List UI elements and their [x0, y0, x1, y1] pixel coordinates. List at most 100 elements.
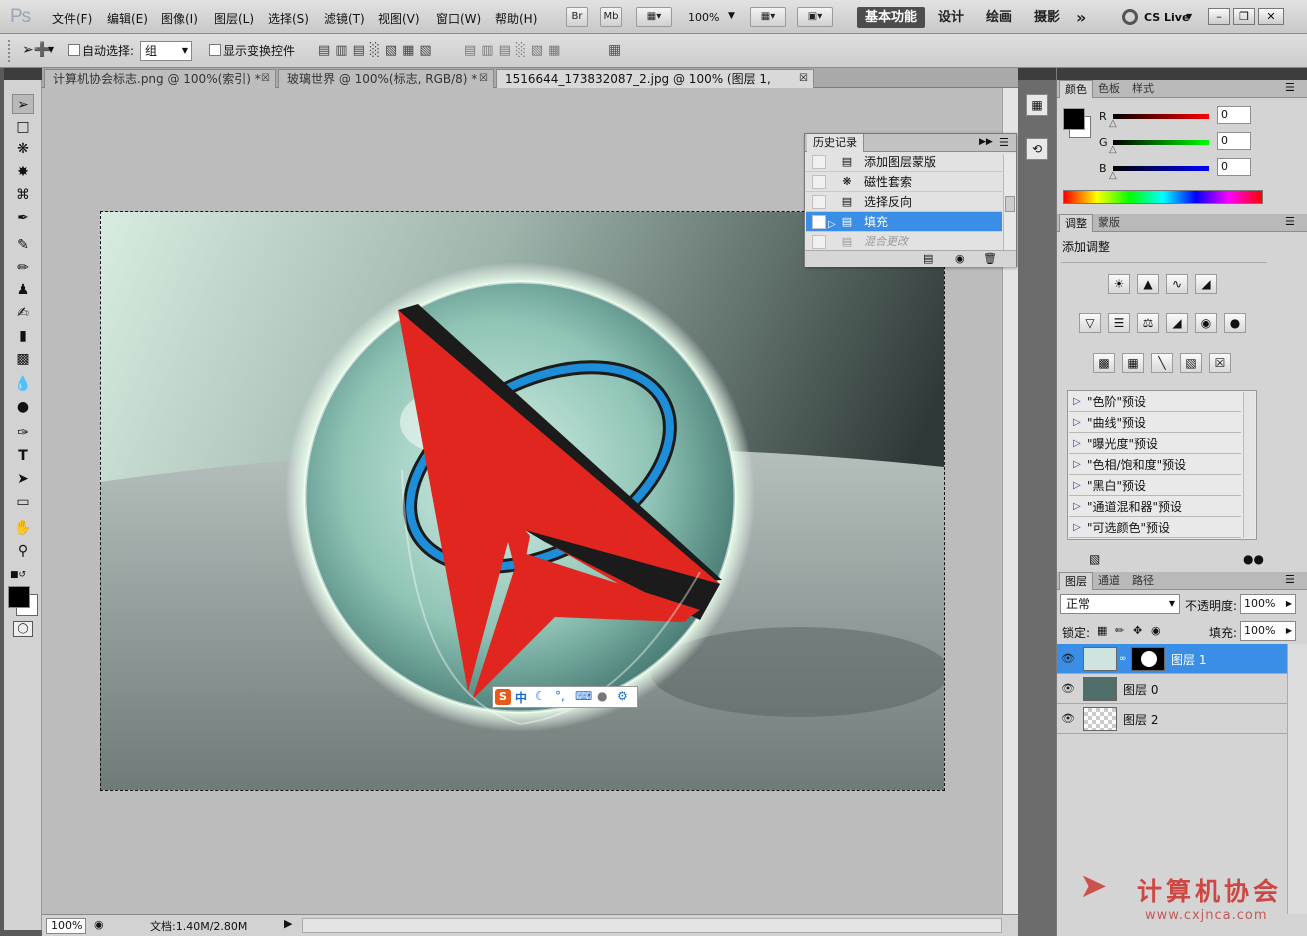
history-title[interactable]: 历史记录: [807, 134, 864, 152]
arrange-documents-button[interactable]: ▦▾: [750, 7, 786, 27]
chevron-down-icon[interactable]: ▼: [1186, 12, 1192, 21]
panel-menu-icon[interactable]: ☰: [999, 136, 1009, 149]
panel-menu-icon[interactable]: ☰: [1285, 215, 1295, 228]
history-checkbox[interactable]: [812, 215, 826, 229]
new-document-icon[interactable]: ▤: [923, 252, 933, 265]
lock-position-icon[interactable]: ✥: [1133, 624, 1142, 637]
panel-menu-icon[interactable]: ☰: [1285, 81, 1295, 94]
link-icon[interactable]: ∞: [1119, 654, 1127, 664]
r-slider[interactable]: [1113, 114, 1209, 119]
lock-transparency-icon[interactable]: ▦: [1097, 624, 1107, 637]
tab-swatches[interactable]: 色板: [1093, 80, 1125, 98]
cs-live-button[interactable]: CS Live: [1144, 11, 1189, 24]
foreground-color-swatch[interactable]: [1063, 108, 1085, 130]
tab-channels[interactable]: 通道: [1093, 572, 1125, 590]
auto-select-dropdown[interactable]: 组 ▼: [140, 41, 192, 61]
clip-to-layer-icon[interactable]: ▧: [1089, 552, 1100, 566]
preset-black-white[interactable]: "黑白"预设: [1069, 476, 1241, 496]
eyedropper-icon[interactable]: ✒: [12, 208, 34, 228]
layer-row[interactable]: 👁 图层 2: [1057, 704, 1287, 734]
close-icon[interactable]: ☒: [799, 70, 808, 88]
scroll-thumb[interactable]: [1005, 196, 1015, 212]
hue-saturation-icon[interactable]: ☰: [1108, 313, 1130, 333]
default-colors-icon[interactable]: ■↺: [10, 570, 26, 580]
history-item[interactable]: ▤ 混合更改: [806, 232, 1002, 252]
b-input[interactable]: 0: [1217, 158, 1251, 176]
horizontal-scrollbar[interactable]: [302, 918, 1002, 933]
marquee-tool-icon[interactable]: □: [12, 117, 34, 137]
close-icon[interactable]: ☒: [261, 70, 270, 88]
workspace-design[interactable]: 设计: [930, 7, 972, 28]
history-item-active[interactable]: ▷ ▤ 填充: [806, 212, 1002, 232]
preset-scrollbar[interactable]: [1243, 392, 1255, 538]
preset-hue-saturation[interactable]: "色相/饱和度"预设: [1069, 455, 1241, 475]
move-tool-icon[interactable]: ➢: [12, 94, 34, 114]
align-buttons[interactable]: ▤▥▤░▧▦▧: [318, 43, 437, 58]
slider-handle-icon[interactable]: △: [1109, 118, 1117, 129]
pen-tool-icon[interactable]: ✑: [12, 423, 34, 443]
tab-paths[interactable]: 路径: [1127, 572, 1159, 590]
zoom-level[interactable]: 100%: [688, 11, 719, 24]
tab-masks[interactable]: 蒙版: [1093, 214, 1125, 232]
eraser-icon[interactable]: ▮: [12, 326, 34, 346]
chevron-down-icon[interactable]: ▼: [48, 45, 54, 54]
distribute-buttons[interactable]: ▤▥▤░▧▦: [464, 43, 565, 58]
history-checkbox[interactable]: [812, 175, 826, 189]
g-slider[interactable]: [1113, 140, 1209, 145]
auto-select-checkbox[interactable]: [68, 44, 80, 56]
history-scrollbar[interactable]: [1003, 154, 1016, 250]
minibridge-button[interactable]: Mb: [600, 7, 622, 27]
slider-handle-icon[interactable]: △: [1109, 170, 1117, 181]
history-item[interactable]: ▤ 添加图层蒙版: [806, 152, 1002, 172]
tab-document-2[interactable]: 玻璃世界 @ 100%(标志, RGB/8) * ☒: [278, 69, 494, 88]
color-balance-icon[interactable]: ⚖: [1137, 313, 1159, 333]
preset-levels[interactable]: "色阶"预设: [1069, 392, 1241, 412]
photo-filter-icon[interactable]: ◉: [1195, 313, 1217, 333]
history-brush-icon[interactable]: ✍: [12, 303, 34, 323]
lock-all-icon[interactable]: ◉: [1151, 624, 1161, 637]
b-slider[interactable]: [1113, 166, 1209, 171]
workspace-painting[interactable]: 绘画: [978, 7, 1020, 28]
blend-mode-dropdown[interactable]: 正常 ▼: [1060, 594, 1180, 614]
hand-tool-icon[interactable]: ✋: [12, 518, 34, 538]
minimize-button[interactable]: –: [1208, 8, 1230, 25]
color-spectrum-bar[interactable]: [1063, 190, 1263, 204]
history-item[interactable]: ❋ 磁性套索: [806, 172, 1002, 192]
vibrance-icon[interactable]: ▽: [1079, 313, 1101, 333]
close-icon[interactable]: ☒: [479, 70, 488, 88]
layer-name[interactable]: 图层 0: [1123, 681, 1158, 698]
layer-name[interactable]: 图层 1: [1171, 651, 1206, 668]
history-checkbox[interactable]: [812, 235, 826, 249]
cs-live-icon[interactable]: [1122, 9, 1138, 25]
tab-document-1[interactable]: 计算机协会标志.png @ 100%(索引) * ☒: [44, 69, 276, 88]
snapshot-icon[interactable]: ◉: [955, 252, 965, 265]
curves-icon[interactable]: ∿: [1166, 274, 1188, 294]
dodge-tool-icon[interactable]: ●: [12, 397, 34, 417]
exposure-icon[interactable]: ◢: [1195, 274, 1217, 294]
layer-mask-thumbnail[interactable]: [1131, 647, 1165, 671]
menu-filter[interactable]: 滤镜(T): [324, 10, 365, 27]
workspace-photography[interactable]: 摄影: [1026, 7, 1068, 28]
stamp-tool-icon[interactable]: ♟: [12, 280, 34, 300]
gradient-map-icon[interactable]: ▧: [1180, 353, 1202, 373]
brush-tool-icon[interactable]: ✏: [12, 258, 34, 278]
blur-tool-icon[interactable]: 💧: [12, 374, 34, 394]
black-white-icon[interactable]: ◢: [1166, 313, 1188, 333]
quick-mask-icon[interactable]: ◯: [13, 621, 33, 637]
tab-color[interactable]: 颜色: [1059, 80, 1093, 98]
tab-adjustments[interactable]: 调整: [1059, 214, 1093, 232]
lock-pixels-icon[interactable]: ✏: [1115, 624, 1124, 637]
menu-edit[interactable]: 编辑(E): [107, 10, 148, 27]
menu-select[interactable]: 选择(S): [268, 10, 309, 27]
document-size[interactable]: 文档:1.40M/2.80M: [150, 918, 247, 934]
fill-input[interactable]: 100% ▶: [1240, 621, 1296, 641]
preset-exposure[interactable]: "曝光度"预设: [1069, 434, 1241, 454]
auto-align-icon[interactable]: ▦: [608, 42, 621, 58]
menu-image[interactable]: 图像(I): [161, 10, 198, 27]
panel-menu-icon[interactable]: ☰: [1285, 573, 1295, 586]
tab-styles[interactable]: 样式: [1127, 80, 1159, 98]
menu-view[interactable]: 视图(V): [378, 10, 420, 27]
path-select-icon[interactable]: ➤: [12, 469, 34, 489]
move-tool-icon[interactable]: ➢➕: [22, 42, 51, 58]
status-menu-arrow-icon[interactable]: ▶: [284, 917, 292, 930]
